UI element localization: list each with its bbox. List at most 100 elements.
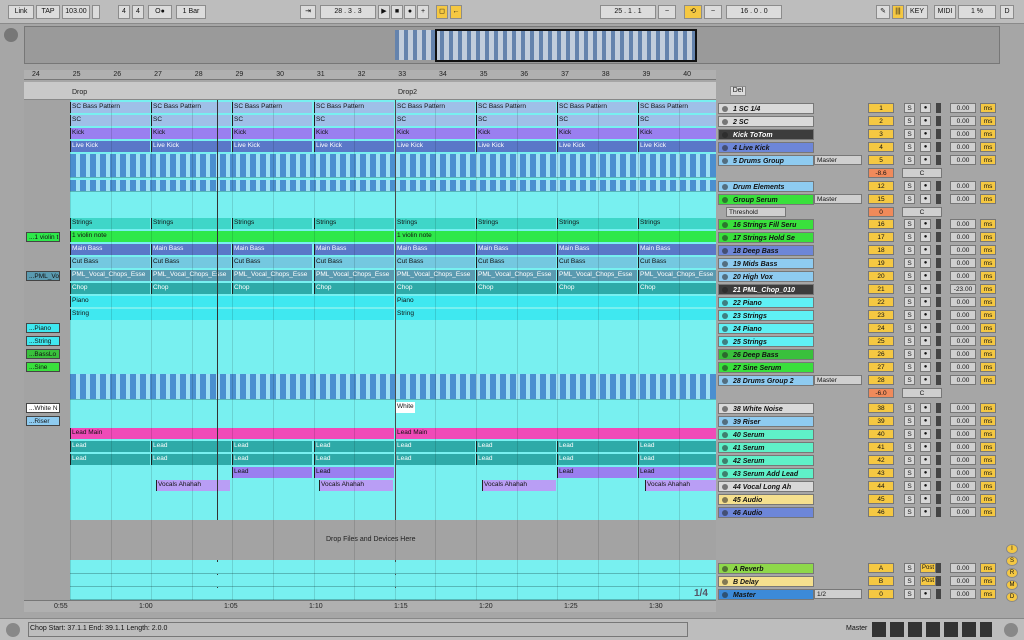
- left-clip[interactable]: ...Riser: [26, 416, 60, 426]
- track-name[interactable]: 39 Riser: [718, 416, 814, 427]
- track-volume[interactable]: 0.00: [950, 442, 976, 452]
- delay-unit-toggle[interactable]: ms: [980, 481, 996, 491]
- solo-button[interactable]: S: [904, 181, 915, 191]
- track-name[interactable]: 27 Sine Serum: [718, 362, 814, 373]
- delay-unit-toggle[interactable]: ms: [980, 494, 996, 504]
- track-activator[interactable]: 0: [868, 589, 894, 599]
- arrangement-clip[interactable]: Cut Bass: [232, 257, 312, 268]
- delay-unit-toggle[interactable]: ms: [980, 507, 996, 517]
- follow-icon[interactable]: ⇥: [300, 5, 316, 19]
- track-volume[interactable]: 0.00: [950, 194, 976, 204]
- overview-toggle-icon[interactable]: [4, 28, 18, 42]
- track-volume[interactable]: 0.00: [950, 155, 976, 165]
- record-icon[interactable]: ●: [404, 5, 416, 19]
- arrangement-clip[interactable]: 1 violin note: [395, 231, 716, 242]
- delay-unit-toggle[interactable]: ms: [980, 323, 996, 333]
- track-routing-select[interactable]: Master: [814, 375, 862, 385]
- solo-button[interactable]: S: [904, 589, 915, 599]
- arrangement-overview[interactable]: [24, 26, 1000, 64]
- track-activator[interactable]: 38: [868, 403, 894, 413]
- track-header[interactable]: 24 Piano 24 S ● 0.00 ms: [716, 322, 1000, 334]
- solo-button[interactable]: S: [904, 271, 915, 281]
- track-volume[interactable]: 0.00: [950, 323, 976, 333]
- track-header[interactable]: Group Serum Master 15 S ● 0.00 ms: [716, 193, 1000, 205]
- side-delay-icon[interactable]: D: [1006, 592, 1018, 602]
- automation-arm-icon[interactable]: ◻: [436, 5, 448, 19]
- track-name[interactable]: 17 Strings Hold Se: [718, 232, 814, 243]
- arm-button[interactable]: ●: [920, 336, 931, 346]
- track-header[interactable]: 4 Live Kick 4 S ● 0.00 ms: [716, 141, 1000, 153]
- track-name[interactable]: 43 Serum Add Lead: [718, 468, 814, 479]
- solo-button[interactable]: S: [904, 284, 915, 294]
- delay-unit-toggle[interactable]: ms: [980, 219, 996, 229]
- stop-icon[interactable]: ■: [391, 5, 403, 19]
- track-name[interactable]: 19 Mids Bass: [718, 258, 814, 269]
- midi-map-button[interactable]: MIDI: [934, 5, 956, 19]
- delay-unit-toggle[interactable]: ms: [980, 349, 996, 359]
- arrangement-clip[interactable]: Strings: [232, 218, 312, 229]
- left-clip[interactable]: ...PML_Vo: [26, 271, 60, 281]
- track-name[interactable]: 45 Audio: [718, 494, 814, 505]
- left-clip[interactable]: ...String: [26, 336, 60, 346]
- side-sends-icon[interactable]: S: [1006, 556, 1018, 566]
- track-activator[interactable]: 42: [868, 455, 894, 465]
- post-button[interactable]: Post: [920, 563, 936, 573]
- track-name[interactable]: 42 Serum: [718, 455, 814, 466]
- arrangement-clip[interactable]: Lead: [232, 441, 312, 452]
- track-activator[interactable]: 26: [868, 349, 894, 359]
- arrangement-clip[interactable]: Vocals Ahahah: [319, 480, 393, 491]
- delay-unit-toggle[interactable]: ms: [980, 116, 996, 126]
- left-clip[interactable]: ...Sine: [26, 362, 60, 372]
- track-name[interactable]: 40 Serum: [718, 429, 814, 440]
- track-header[interactable]: 2 SC 2 S ● 0.00 ms: [716, 115, 1000, 127]
- solo-button[interactable]: S: [904, 258, 915, 268]
- arrangement-clip[interactable]: Live Kick: [638, 141, 716, 152]
- track-activator[interactable]: 4: [868, 142, 894, 152]
- track-header[interactable]: 44 Vocal Long Ah 44 S ● 0.00 ms: [716, 480, 1000, 492]
- track-name[interactable]: Master: [718, 589, 814, 600]
- arrangement-clip[interactable]: Lead: [638, 454, 716, 465]
- pan-knob[interactable]: C: [902, 207, 942, 217]
- track-volume[interactable]: 0.00: [950, 416, 976, 426]
- track-activator[interactable]: 2: [868, 116, 894, 126]
- delay-unit-toggle[interactable]: ms: [980, 310, 996, 320]
- delay-unit-toggle[interactable]: ms: [980, 297, 996, 307]
- solo-button[interactable]: S: [904, 563, 915, 573]
- track-header[interactable]: A Reverb A S Post 0.00 ms: [716, 562, 1000, 574]
- arm-button[interactable]: ●: [920, 323, 931, 333]
- left-clip[interactable]: ...BassLo: [26, 349, 60, 359]
- track-header[interactable]: 38 White Noise 38 S ● 0.00 ms: [716, 402, 1000, 414]
- post-button[interactable]: Post: [920, 576, 936, 586]
- track-activator[interactable]: 25: [868, 336, 894, 346]
- side-returns-icon[interactable]: R: [1006, 568, 1018, 578]
- arrangement-clip[interactable]: Vocals Ahahah: [482, 480, 556, 491]
- track-header[interactable]: 39 Riser 39 S ● 0.00 ms: [716, 415, 1000, 427]
- solo-button[interactable]: S: [904, 194, 915, 204]
- track-volume[interactable]: 0.00: [950, 563, 976, 573]
- track-volume[interactable]: 0.00: [950, 297, 976, 307]
- delay-unit-toggle[interactable]: ms: [980, 375, 996, 385]
- arrangement-clip[interactable]: Lead: [232, 467, 312, 478]
- arm-button[interactable]: ●: [920, 219, 931, 229]
- track-volume[interactable]: 0.00: [950, 589, 976, 599]
- track-header[interactable]: 18 Deep Bass 18 S ● 0.00 ms: [716, 244, 1000, 256]
- track-activator[interactable]: 23: [868, 310, 894, 320]
- track-header[interactable]: 5 Drums Group Master 5 S ● 0.00 ms: [716, 154, 1000, 166]
- arrangement-clip[interactable]: Chop: [232, 283, 312, 294]
- track-activator[interactable]: 44: [868, 481, 894, 491]
- arm-button[interactable]: ●: [920, 155, 931, 165]
- overdub-icon[interactable]: +: [417, 5, 429, 19]
- track-name[interactable]: 24 Piano: [718, 323, 814, 334]
- track-activator[interactable]: 20: [868, 271, 894, 281]
- solo-button[interactable]: S: [904, 429, 915, 439]
- arm-button[interactable]: ●: [920, 271, 931, 281]
- track-header[interactable]: 41 Serum 41 S ● 0.00 ms: [716, 441, 1000, 453]
- arrangement-clip[interactable]: Kick: [232, 128, 312, 139]
- track-header[interactable]: 43 Serum Add Lead 43 S ● 0.00 ms: [716, 467, 1000, 479]
- track-activator[interactable]: 18: [868, 245, 894, 255]
- arrangement-clip[interactable]: SC Bass Pattern: [232, 102, 312, 113]
- key-map-button[interactable]: KEY: [906, 5, 928, 19]
- arm-button[interactable]: ●: [920, 429, 931, 439]
- arrangement-view[interactable]: SC Bass Pattern SC Bass Pattern SC Bass Pa…: [70, 100, 716, 600]
- solo-button[interactable]: S: [904, 416, 915, 426]
